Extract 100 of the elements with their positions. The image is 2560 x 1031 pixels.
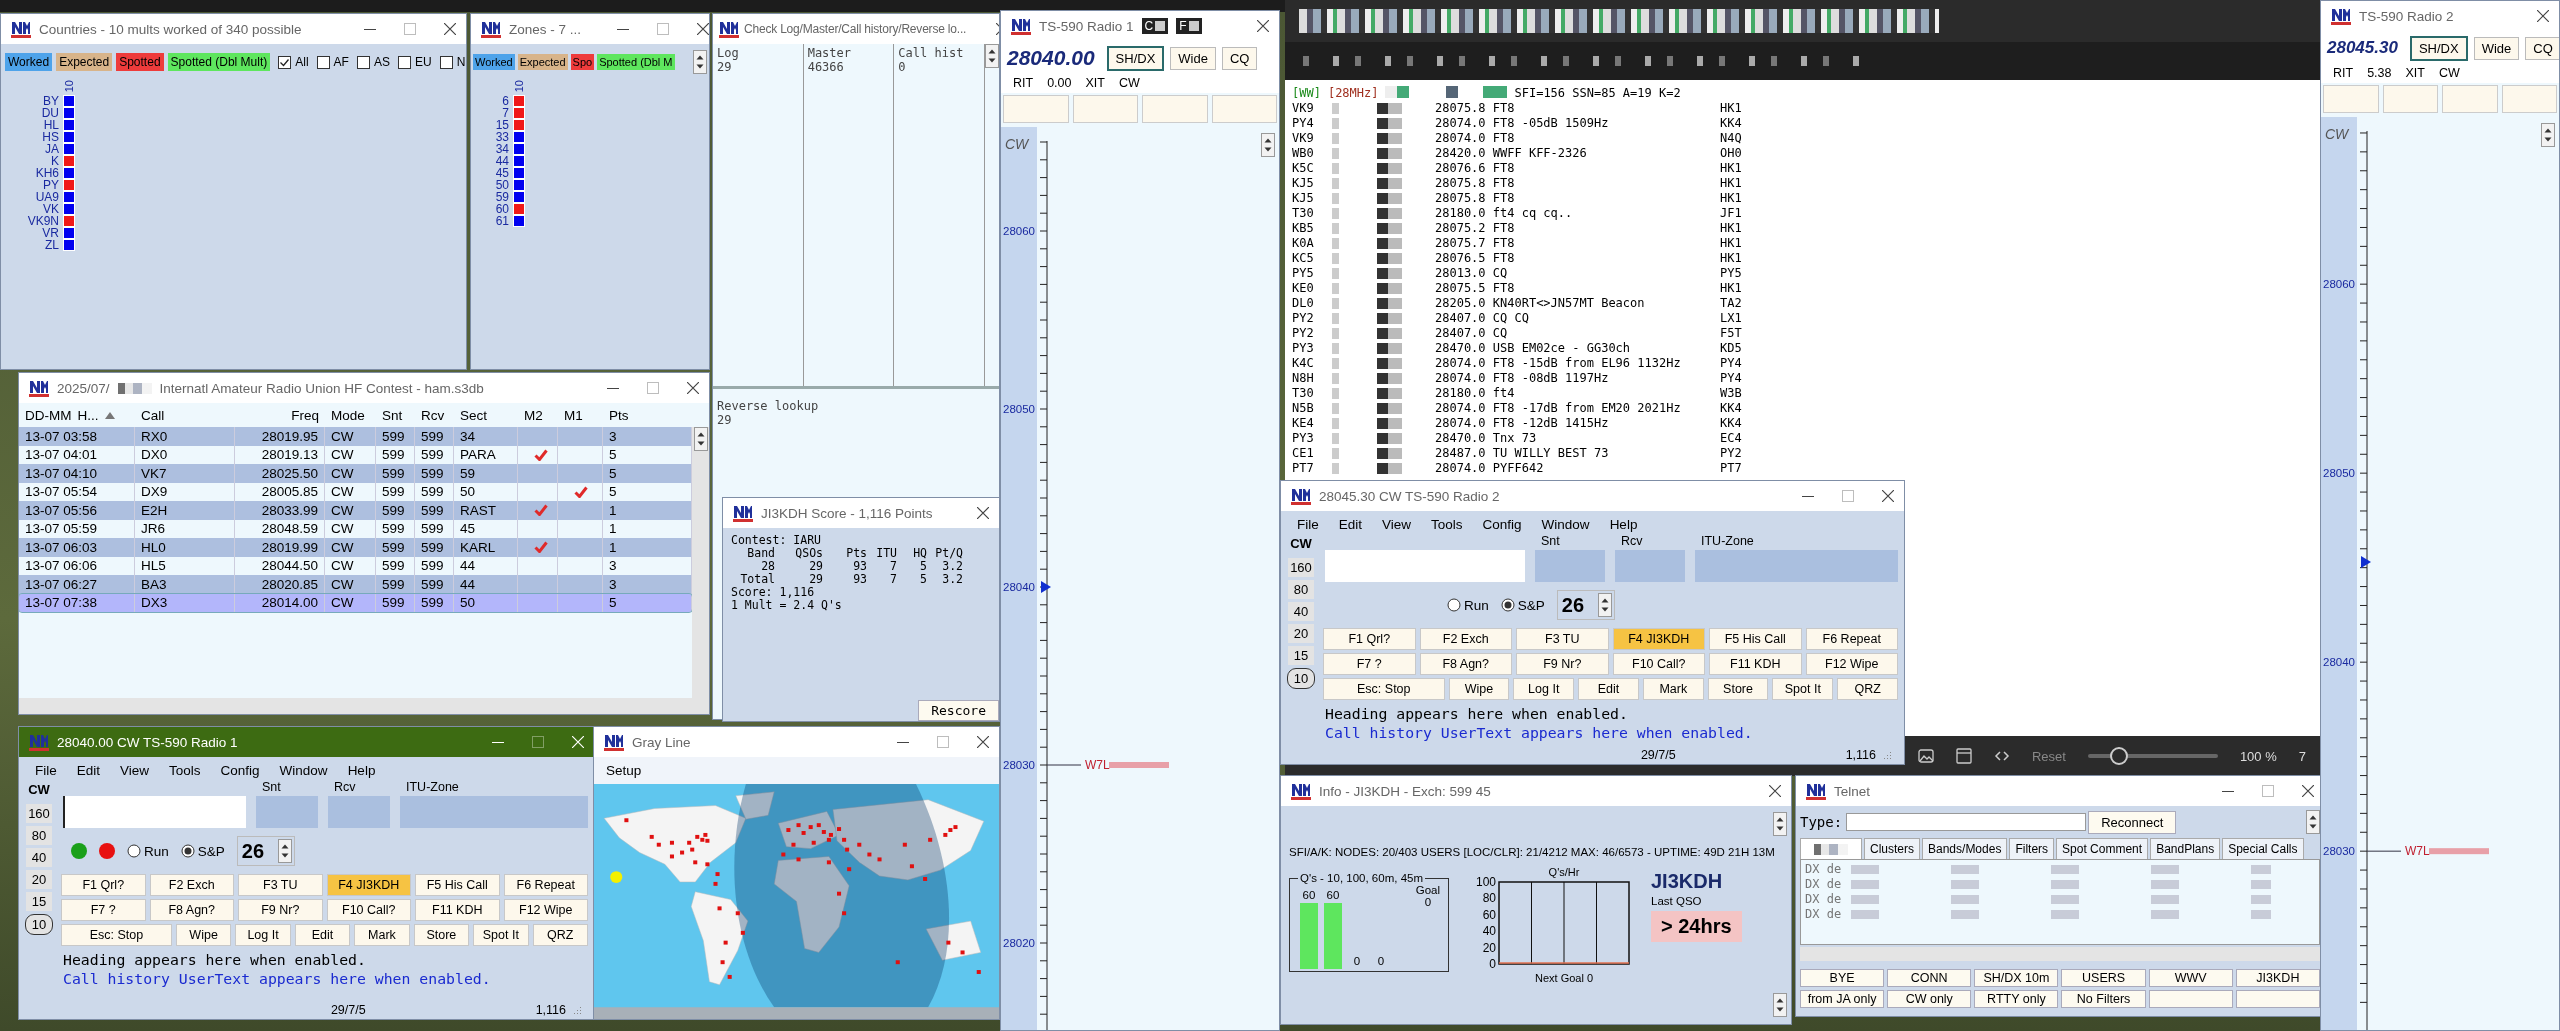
column-header[interactable]: M1 <box>558 407 603 423</box>
column-header[interactable]: Freq <box>235 407 325 423</box>
function-key[interactable]: F9 Nr? <box>238 899 323 921</box>
radio-button[interactable]: Run <box>1447 597 1489 613</box>
checkbox-icon[interactable] <box>439 55 453 69</box>
command-button[interactable]: WWV <box>2148 969 2233 987</box>
radio-button[interactable]: S&P <box>1500 597 1545 613</box>
continent-checkbox[interactable]: All <box>278 55 309 69</box>
function-key[interactable]: F1 Qrl? <box>1323 628 1416 650</box>
spin-box[interactable]: 26 <box>1556 590 1616 620</box>
function-key[interactable]: F11 KDH <box>415 899 500 921</box>
band-button[interactable]: 20 <box>26 870 52 889</box>
column-header[interactable]: Snt <box>376 407 415 423</box>
function-key[interactable]: F3 TU <box>1516 628 1609 650</box>
log-row[interactable]: 13-07 06:27 BA3 28020.85 CW 599 599 44 3 <box>19 575 692 594</box>
column-header[interactable]: M2 <box>518 407 558 423</box>
function-key[interactable]: F6 Repeat <box>503 874 588 896</box>
close-icon[interactable] <box>2302 785 2314 797</box>
menu-item[interactable]: Tools <box>159 763 211 778</box>
function-key[interactable]: Wipe <box>1448 678 1510 700</box>
band-button[interactable]: 40 <box>26 848 52 867</box>
spinner-arrows-icon[interactable] <box>278 839 293 863</box>
callsign-field[interactable] <box>1325 550 1525 582</box>
band-button[interactable]: 160 <box>1288 558 1314 577</box>
function-key[interactable]: Spot It <box>1772 678 1834 700</box>
function-key[interactable]: F7 ? <box>1323 653 1416 675</box>
scrollbar[interactable] <box>1800 947 2320 961</box>
menu-item[interactable]: Window <box>269 763 338 778</box>
toolbar-button[interactable]: CQ <box>1221 46 1258 70</box>
exchange-field[interactable] <box>400 796 588 828</box>
radio-button[interactable]: S&P <box>180 843 225 859</box>
command-button[interactable]: from JA only <box>1800 990 1885 1008</box>
command-button[interactable]: CONN <box>1887 969 1972 987</box>
menu-item[interactable]: Tools <box>1421 517 1473 532</box>
band-button[interactable]: 160 <box>26 804 52 823</box>
column-header[interactable]: DD-MM <box>25 407 72 423</box>
spot-callsign[interactable]: W7L <box>2405 844 2430 859</box>
toolbar-button[interactable]: CQ <box>2525 36 2559 60</box>
column-header[interactable]: Call <box>135 407 235 423</box>
function-key[interactable]: Store <box>413 924 470 946</box>
function-key[interactable]: F4 JI3KDH <box>326 874 411 896</box>
function-key[interactable]: Wipe <box>175 924 232 946</box>
spin-box[interactable]: 26 <box>236 836 296 866</box>
command-button[interactable]: No Filters <box>2061 990 2146 1008</box>
band-button[interactable]: 80 <box>26 826 52 845</box>
rescore-button[interactable]: Rescore <box>918 700 999 721</box>
column-header[interactable]: Pts <box>603 407 692 423</box>
close-icon[interactable] <box>2537 10 2549 22</box>
close-icon[interactable] <box>1882 490 1894 502</box>
command-button[interactable]: JI3KDH <box>2235 969 2320 987</box>
menu-item[interactable]: Help <box>337 763 386 778</box>
close-icon[interactable] <box>977 507 989 519</box>
spinner-arrows-icon[interactable] <box>1598 593 1613 617</box>
exchange-field[interactable] <box>256 796 318 828</box>
layout-icon[interactable] <box>1955 748 1972 764</box>
radio-button[interactable]: Run <box>127 843 169 859</box>
band-button[interactable]: 80 <box>1288 580 1314 599</box>
function-key[interactable]: F10 Call? <box>326 899 411 921</box>
scrollbar[interactable] <box>19 698 709 714</box>
scroll-arrows-icon[interactable] <box>1773 993 1787 1017</box>
function-key[interactable]: QRZ <box>1837 678 1898 700</box>
close-icon[interactable] <box>977 736 989 748</box>
scroll-arrows-icon[interactable] <box>2306 810 2320 834</box>
column-header[interactable]: Rcv <box>415 407 454 423</box>
band-button[interactable]: 15 <box>1288 646 1314 665</box>
column-header[interactable]: Sect <box>454 407 518 423</box>
radio-icon[interactable] <box>180 844 195 858</box>
command-button[interactable]: RTTY only <box>1974 990 2059 1008</box>
continent-checkbox[interactable]: AS <box>356 55 390 69</box>
reset-button[interactable]: Reset <box>2031 748 2066 764</box>
log-row[interactable]: 13-07 05:56 E2H 28033.99 CW 599 599 RAST 1 <box>19 501 692 520</box>
function-key[interactable]: F2 Exch <box>1419 628 1512 650</box>
menu-item[interactable]: Edit <box>1328 517 1373 532</box>
log-row[interactable]: 13-07 06:03 HL0 28019.99 CW 599 599 KARL 1 <box>19 538 692 557</box>
function-key[interactable]: F5 His Call <box>415 874 500 896</box>
exchange-field[interactable] <box>1535 550 1605 582</box>
function-key[interactable]: QRZ <box>532 924 588 946</box>
scroll-arrows-icon[interactable] <box>1261 133 1275 157</box>
function-key[interactable]: Log It <box>235 924 291 946</box>
blurred-tab[interactable] <box>1800 838 1862 859</box>
function-key[interactable]: F1 Qrl? <box>61 874 146 896</box>
checkbox-icon[interactable] <box>316 55 330 69</box>
scrollbar[interactable] <box>692 427 709 698</box>
tab[interactable]: Special Calls <box>2222 838 2304 859</box>
tab[interactable]: Bands/Modes <box>1922 838 2008 859</box>
band-button[interactable]: 15 <box>26 892 52 911</box>
function-key[interactable]: Edit <box>1578 678 1639 700</box>
toolbar-button[interactable]: Wide <box>1170 46 1216 70</box>
menu-item[interactable]: Window <box>1531 517 1600 532</box>
title-toggle[interactable]: C <box>1141 18 1169 34</box>
radio-icon[interactable] <box>1447 598 1461 612</box>
continent-checkbox[interactable]: EU <box>397 55 432 69</box>
toolbar-button[interactable]: SH/DX <box>1106 45 1165 71</box>
tab[interactable]: Clusters <box>1864 838 1920 859</box>
function-key[interactable]: F4 JI3KDH <box>1612 628 1705 650</box>
function-key[interactable]: Log It <box>1513 678 1575 700</box>
radio-icon[interactable] <box>1500 598 1515 612</box>
menu-item[interactable]: View <box>1372 517 1422 532</box>
menu-item[interactable]: File <box>25 763 67 778</box>
log-row[interactable]: 13-07 03:58 RX0 28019.95 CW 599 599 34 3 <box>19 427 692 446</box>
